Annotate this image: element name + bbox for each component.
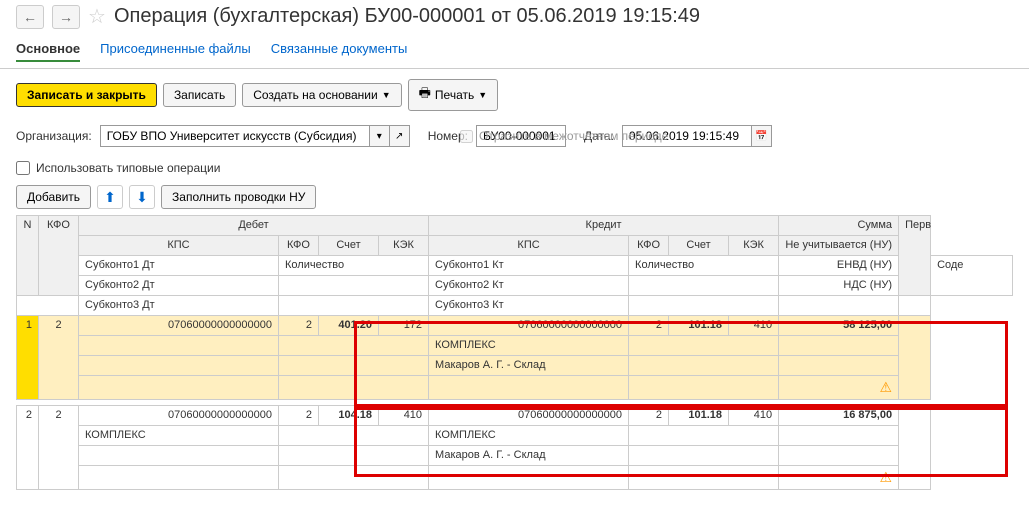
use-typical-checkbox[interactable] [16,161,30,175]
org-open-button[interactable]: ↗ [390,125,410,147]
table-row[interactable]: ⚠ [17,466,1013,490]
reflect-checkbox [460,130,473,143]
move-down-button[interactable]: ⬇ [129,185,155,209]
use-typical-label: Использовать типовые операции [36,161,220,175]
col-sub1kt: Субконто1 Кт [429,256,629,276]
tab-related[interactable]: Связанные документы [271,41,408,62]
col-nds: НДС (НУ) [779,276,899,296]
org-dropdown-button[interactable]: ▾ [370,125,390,147]
col-sub3kt: Субконто3 Кт [429,296,629,316]
col-sum: Сумма [779,216,899,236]
table-row[interactable]: КОМПЛЕКС [17,336,1013,356]
org-input[interactable] [100,125,370,147]
col-kfo: КФО [39,216,79,296]
move-up-button[interactable]: ⬆ [97,185,123,209]
col-sub1dt: Субконто1 Дт [79,256,279,276]
table-row[interactable]: 1 2 07060000000000000 2 401.20 172 07060… [17,316,1013,336]
create-from-button[interactable]: Создать на основании ▼ [242,83,401,107]
col-qty-kt: Количество [629,256,779,276]
col-kfo-dt: КФО [279,236,319,256]
tab-main[interactable]: Основное [16,41,80,62]
col-n: N [17,216,39,296]
add-row-button[interactable]: Добавить [16,185,91,209]
print-button[interactable]: 🖶 Печать ▼ [408,79,499,111]
col-acc-kt: Счет [669,236,729,256]
col-kek-dt: КЭК [379,236,429,256]
fill-nu-button[interactable]: Заполнить проводки НУ [161,185,316,209]
caret-down-icon: ▼ [382,90,391,100]
calendar-button[interactable]: 📅 [752,125,772,147]
col-credit: Кредит [429,216,779,236]
col-kfo-kt: КФО [629,236,669,256]
save-button[interactable]: Записать [163,83,236,107]
col-sode: Соде [931,256,1013,296]
table-row[interactable]: Макаров А. Г. - Склад [17,356,1013,376]
col-debit: Дебет [79,216,429,236]
col-acc-dt: Счет [319,236,379,256]
printer-icon: 🖶 [419,84,431,106]
favorite-star-icon[interactable]: ☆ [88,4,106,29]
col-sub2kt: Субконто2 Кт [429,276,629,296]
org-label: Организация: [16,129,92,143]
warning-icon: ⚠ [880,379,893,396]
back-button[interactable]: ← [16,5,44,29]
save-close-button[interactable]: Записать и закрыть [16,83,157,107]
col-kps-kt: КПС [429,236,629,256]
entries-table: N КФО Дебет Кредит Сумма Перв КПС КФО Сч… [16,215,1013,490]
col-perv: Перв [899,216,931,296]
create-from-label: Создать на основании [253,88,378,102]
col-kek-kt: КЭК [729,236,779,256]
col-envd: ЕНВД (НУ) [779,256,899,276]
col-not-counted: Не учитывается (НУ) [779,236,899,256]
page-title: Операция (бухгалтерская) БУ00-000001 от … [114,5,700,28]
table-row[interactable]: ⚠ [17,376,1013,400]
print-label: Печать [435,88,474,102]
forward-button[interactable]: → [52,5,80,29]
tab-files[interactable]: Присоединенные файлы [100,41,251,62]
table-row[interactable]: 2 2 07060000000000000 2 104.18 410 07060… [17,406,1013,426]
caret-down-icon: ▼ [478,90,487,100]
col-sub2dt: Субконто2 Дт [79,276,279,296]
col-kps-dt: КПС [79,236,279,256]
table-row[interactable]: КОМПЛЕКС КОМПЛЕКС [17,426,1013,446]
table-row[interactable]: Макаров А. Г. - Склад [17,446,1013,466]
warning-icon: ⚠ [880,469,893,486]
col-qty-dt: Количество [279,256,429,276]
reflect-label: Отразить в межотчетном периоде [479,129,668,143]
col-sub3dt: Субконто3 Дт [79,296,279,316]
